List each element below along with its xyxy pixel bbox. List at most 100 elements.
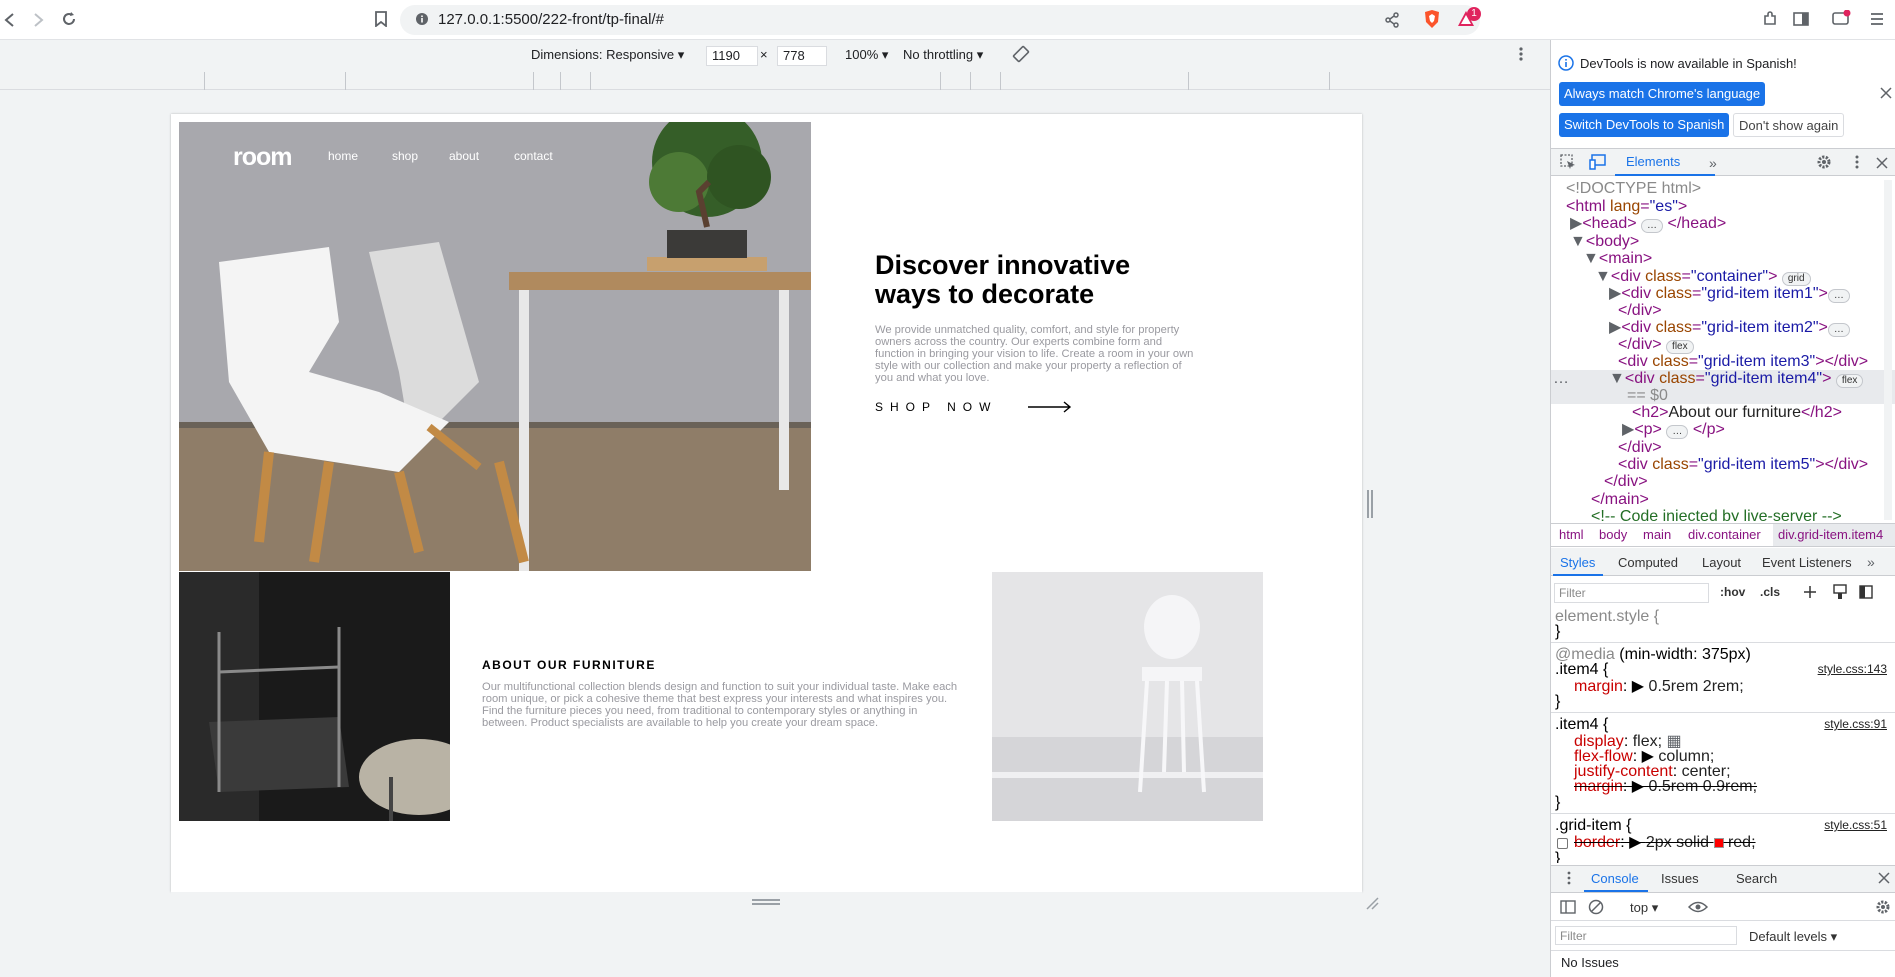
wallet-icon[interactable] — [1832, 10, 1852, 26]
rotate-icon[interactable] — [1012, 45, 1030, 63]
new-rule-icon[interactable] — [1803, 585, 1817, 599]
media-query-marker[interactable] — [533, 72, 534, 90]
media-query-bar[interactable] — [0, 72, 1550, 90]
nav-link-about[interactable]: about — [449, 149, 479, 163]
width-resize-handle[interactable] — [1367, 490, 1373, 518]
drawer-menu-icon[interactable] — [1566, 871, 1572, 885]
disabled-border-declaration[interactable]: border: ▶ 2px solid red; — [1574, 835, 1756, 851]
console-settings-icon[interactable] — [1875, 899, 1891, 915]
toggle-sidebar-icon[interactable] — [1859, 585, 1873, 599]
tab-console[interactable]: Console — [1591, 871, 1639, 886]
nav-link-contact[interactable]: contact — [514, 149, 553, 163]
switch-language-button[interactable]: Switch DevTools to Spanish — [1559, 113, 1730, 137]
cls-toggle[interactable]: .cls — [1760, 585, 1780, 599]
body-node[interactable]: ▼<body> — [1570, 233, 1639, 250]
grid-item-rule-selector[interactable]: .grid-item { — [1555, 818, 1631, 834]
bookmark-icon[interactable] — [375, 11, 387, 27]
doctype-node[interactable]: <!DOCTYPE html> — [1566, 180, 1701, 197]
node-actions-icon[interactable]: … — [1553, 370, 1569, 387]
breadcrumb-main[interactable]: main — [1643, 527, 1671, 542]
element-style-rule[interactable]: element.style { — [1555, 609, 1659, 625]
reload-icon[interactable] — [61, 11, 77, 27]
close-drawer-icon[interactable] — [1878, 872, 1890, 884]
dimensions-select[interactable]: Dimensions: Responsive ▾ — [531, 47, 684, 63]
source-link-1[interactable]: style.css:143 — [1818, 662, 1887, 676]
justify-declaration[interactable]: justify-content: center; — [1574, 764, 1731, 780]
shop-now-link[interactable]: SHOP NOW — [875, 400, 997, 414]
media-query-marker[interactable] — [1000, 72, 1001, 90]
red-color-swatch[interactable] — [1713, 837, 1724, 848]
brand-logo[interactable]: room — [233, 143, 292, 172]
forward-icon[interactable] — [31, 12, 45, 28]
media-query-marker[interactable] — [345, 72, 346, 90]
media-query-marker[interactable] — [1329, 72, 1330, 90]
clear-console-icon[interactable] — [1588, 899, 1604, 915]
extensions-icon[interactable] — [1762, 11, 1778, 27]
elements-scrollbar[interactable] — [1884, 180, 1892, 520]
share-icon[interactable] — [1384, 12, 1400, 28]
live-expression-eye-icon[interactable] — [1688, 901, 1708, 913]
device-toggle-icon[interactable] — [1589, 154, 1607, 170]
p-node[interactable]: ▶<p> … </p> — [1622, 421, 1725, 439]
zoom-select[interactable]: 100% ▾ — [845, 47, 888, 63]
source-link-2[interactable]: style.css:91 — [1824, 717, 1887, 731]
tab-issues[interactable]: Issues — [1661, 871, 1699, 886]
container-node[interactable]: ▼<div class="container"> grid — [1595, 268, 1811, 286]
item4-rule-selector[interactable]: .item4 { — [1555, 662, 1608, 678]
corner-resize-handle[interactable] — [1365, 896, 1379, 910]
context-select[interactable]: top ▾ — [1630, 900, 1658, 916]
media-query-marker[interactable] — [590, 72, 591, 90]
more-tabs-icon[interactable]: » — [1709, 155, 1717, 171]
tab-elements[interactable]: Elements — [1626, 154, 1680, 169]
menu-icon[interactable] — [1870, 12, 1884, 26]
tab-search[interactable]: Search — [1736, 871, 1777, 886]
site-info-icon[interactable] — [415, 12, 429, 26]
item3-node[interactable]: <div class="grid-item item3"></div> — [1618, 353, 1868, 370]
more-styles-tabs-icon[interactable]: » — [1867, 554, 1875, 570]
item4-node[interactable]: ▼<div class="grid-item item4"> flex — [1609, 370, 1864, 388]
sidebar-icon[interactable] — [1793, 12, 1809, 26]
nav-link-shop[interactable]: shop — [392, 149, 418, 163]
styles-filter-input[interactable]: Filter — [1554, 583, 1709, 603]
item4-rule2-selector[interactable]: .item4 { — [1555, 717, 1608, 733]
media-query-marker[interactable] — [204, 72, 205, 90]
inspect-icon[interactable] — [1560, 154, 1576, 170]
console-filter-input[interactable]: Filter — [1555, 926, 1737, 945]
default-levels-select[interactable]: Default levels ▾ — [1749, 929, 1837, 945]
media-query-marker[interactable] — [560, 72, 561, 90]
html-node[interactable]: <html lang="es"> — [1566, 198, 1687, 215]
breadcrumb-body[interactable]: body — [1599, 527, 1627, 542]
item5-node[interactable]: <div class="grid-item item5"></div> — [1618, 456, 1868, 473]
breadcrumb-item4[interactable]: div.grid-item.item4 — [1778, 527, 1883, 542]
hov-toggle[interactable]: :hov — [1720, 585, 1745, 599]
width-input[interactable]: 1190 — [706, 46, 758, 66]
height-resize-handle[interactable] — [752, 899, 780, 905]
source-link-3[interactable]: style.css:51 — [1824, 818, 1887, 832]
border-checkbox[interactable] — [1557, 838, 1568, 849]
breadcrumb-container[interactable]: div.container — [1688, 527, 1761, 542]
color-palette-icon[interactable] — [1833, 584, 1847, 600]
h2-node[interactable]: <h2>About our furniture</h2> — [1632, 404, 1842, 421]
breadcrumb-html[interactable]: html — [1559, 527, 1584, 542]
display-declaration[interactable]: display: flex; ▦ — [1574, 734, 1682, 750]
item2-node[interactable]: ▶<div class="grid-item item2">… — [1609, 319, 1850, 337]
tab-computed[interactable]: Computed — [1618, 555, 1678, 570]
media-query-marker[interactable] — [940, 72, 941, 90]
match-language-button[interactable]: Always match Chrome's language — [1559, 82, 1766, 106]
nav-link-home[interactable]: home — [328, 149, 358, 163]
arrow-right-icon[interactable] — [1028, 401, 1072, 413]
close-devtools-icon[interactable] — [1876, 157, 1888, 169]
media-query-marker[interactable] — [970, 72, 971, 90]
height-input[interactable]: 778 — [777, 46, 827, 66]
flexflow-declaration[interactable]: flex-flow: ▶ column; — [1574, 749, 1714, 765]
console-sidebar-icon[interactable] — [1560, 900, 1576, 914]
comment-node[interactable]: <!-- Code injected by live-server --> — [1591, 508, 1842, 521]
overridden-margin-declaration[interactable]: margin: ▶ 0.5rem 0.9rem; — [1574, 779, 1757, 795]
margin-declaration[interactable]: margin: ▶ 0.5rem 2rem; — [1574, 679, 1744, 695]
devtools-menu-icon[interactable] — [1854, 154, 1860, 170]
head-node[interactable]: ▶<head> … </head> — [1570, 215, 1726, 233]
tab-styles[interactable]: Styles — [1560, 555, 1595, 570]
settings-gear-icon[interactable] — [1816, 154, 1832, 170]
back-icon[interactable] — [3, 12, 17, 28]
tab-layout[interactable]: Layout — [1702, 555, 1741, 570]
